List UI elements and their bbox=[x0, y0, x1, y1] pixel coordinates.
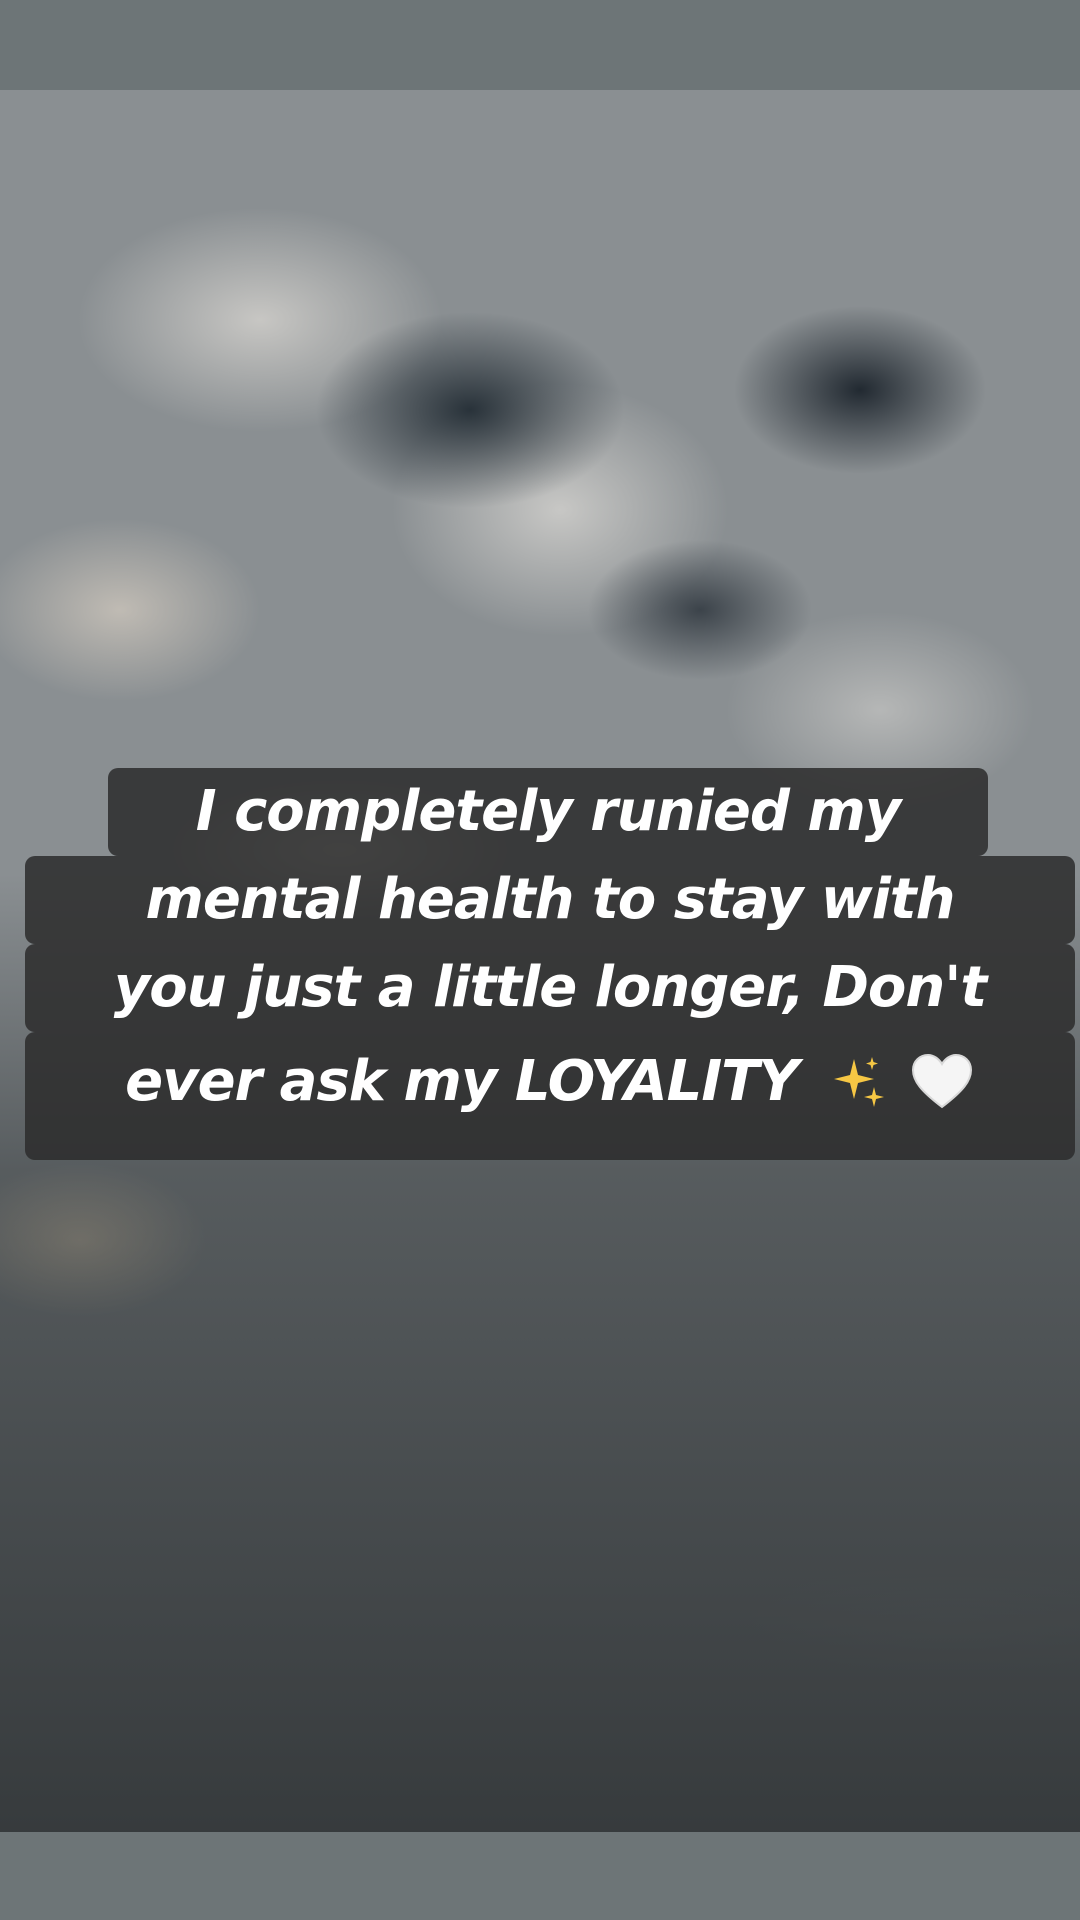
caption-line-2: mental health to stay with bbox=[25, 856, 1075, 944]
sparkles-icon bbox=[834, 1056, 885, 1107]
top-letterbox bbox=[0, 0, 1080, 90]
emoji-group bbox=[828, 1029, 975, 1129]
caption-line-1-text: I completely runied my bbox=[195, 779, 902, 844]
white-heart-icon bbox=[911, 1053, 972, 1108]
caption-line-3: you just a little longer, Don't bbox=[25, 944, 1075, 1032]
caption-line-3-text: you just a little longer, Don't bbox=[113, 955, 987, 1020]
caption-line-4: ever ask my LOYALITY bbox=[25, 1032, 1075, 1160]
bottom-letterbox bbox=[0, 1832, 1080, 1920]
caption-line-4-text: ever ask my LOYALITY bbox=[125, 1049, 799, 1114]
caption-line-2-text: mental health to stay with bbox=[145, 867, 956, 932]
caption-line-1: I completely runied my bbox=[108, 768, 988, 856]
